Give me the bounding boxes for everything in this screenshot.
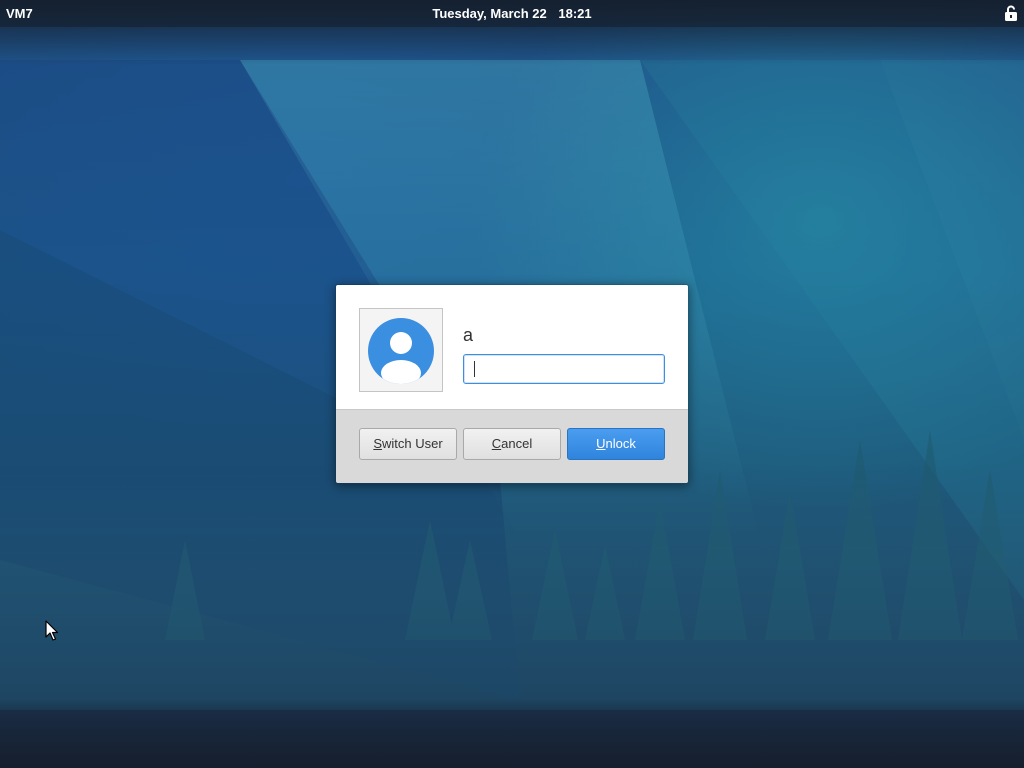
lock-indicator-icon[interactable] bbox=[1004, 5, 1018, 21]
cancel-mnemonic: C bbox=[491, 436, 502, 451]
dialog-body: a bbox=[336, 285, 688, 410]
panel-clock[interactable]: Tuesday, March 22 18:21 bbox=[0, 6, 1024, 21]
unlock-button[interactable]: Unlock bbox=[567, 428, 665, 460]
panel-date: Tuesday, March 22 bbox=[432, 6, 547, 21]
cancel-label: ancel bbox=[501, 436, 533, 451]
unlock-mnemonic: U bbox=[596, 436, 606, 451]
panel-time: 18:21 bbox=[558, 6, 592, 21]
text-cursor bbox=[474, 361, 475, 377]
avatar bbox=[359, 308, 443, 392]
top-panel: VM7 Tuesday, March 22 18:21 bbox=[0, 0, 1024, 27]
top-panel-shadow bbox=[0, 27, 1024, 65]
user-avatar-icon bbox=[368, 318, 434, 384]
username-label: a bbox=[463, 325, 474, 345]
password-field[interactable] bbox=[463, 354, 665, 384]
unlock-dialog: a Switch User Cancel Unlock bbox=[335, 284, 689, 484]
cancel-button[interactable]: Cancel bbox=[463, 428, 561, 460]
switch-user-label: witch User bbox=[381, 436, 443, 451]
switch-user-button[interactable]: Switch User bbox=[359, 428, 457, 460]
mouse-pointer-icon bbox=[45, 620, 59, 641]
switch-user-mnemonic: S bbox=[373, 436, 382, 451]
bottom-shadow bbox=[0, 698, 1024, 768]
unlock-label: nlock bbox=[605, 436, 636, 451]
